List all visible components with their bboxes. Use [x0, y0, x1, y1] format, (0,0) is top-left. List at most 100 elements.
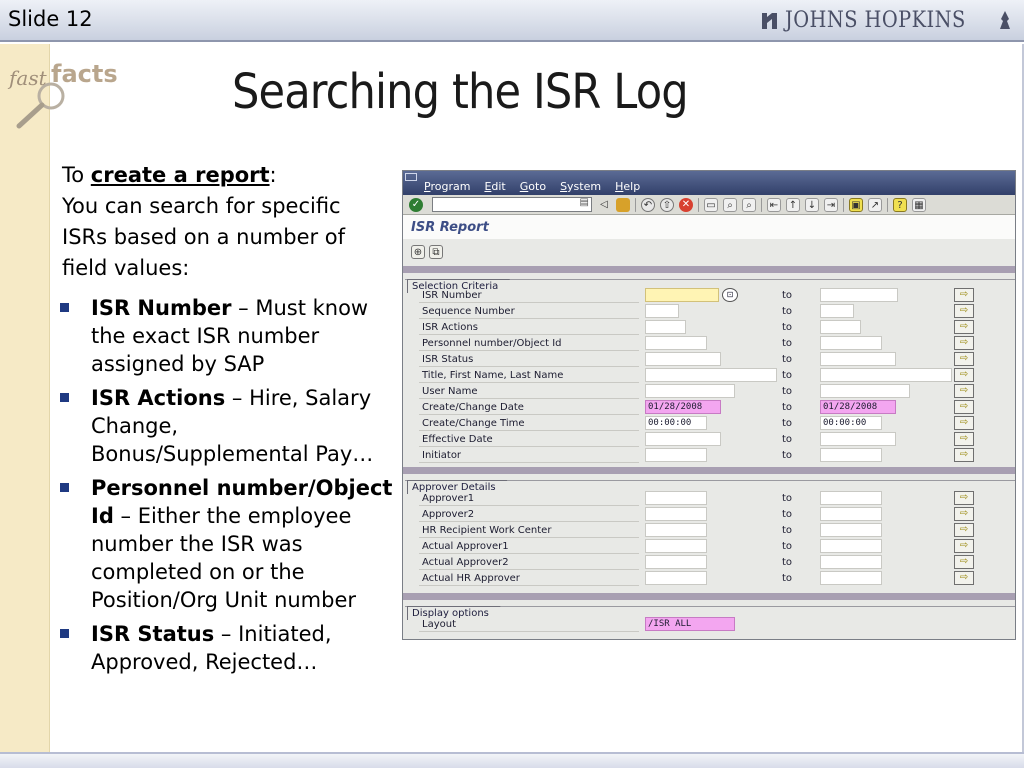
actual-hr-approver-to[interactable]	[820, 571, 882, 585]
arrow-right-icon[interactable]: ⇨	[954, 352, 974, 366]
flame-icon	[1000, 11, 1010, 29]
save-icon[interactable]	[616, 197, 630, 212]
sequence-number-from[interactable]	[645, 304, 679, 318]
field-label: Initiator	[422, 450, 462, 461]
match-code-icon[interactable]: ⊡	[722, 288, 738, 302]
create-time-from[interactable]: 00:00:00	[645, 416, 707, 430]
approver1-to[interactable]	[820, 491, 882, 505]
initiator-from[interactable]	[645, 448, 707, 462]
johns-hopkins-logo: JOHNS HOPKINS	[761, 5, 1014, 35]
print-icon[interactable]: ▭	[704, 197, 718, 212]
arrow-right-icon[interactable]: ⇨	[954, 539, 974, 553]
hr-recipient-from[interactable]	[645, 523, 707, 537]
actual-approver2-from[interactable]	[645, 555, 707, 569]
find-next-icon[interactable]: ⌕	[742, 197, 756, 212]
effective-date-to[interactable]	[820, 432, 896, 446]
sequence-number-to[interactable]	[820, 304, 854, 318]
magnifier-icon	[16, 82, 65, 129]
find-icon[interactable]: ⌕	[723, 197, 737, 212]
isr-actions-to[interactable]	[820, 320, 861, 334]
section-band	[403, 593, 1015, 600]
menu-help[interactable]: Help	[615, 180, 640, 193]
slide-footer-bar	[0, 752, 1024, 768]
cancel-icon[interactable]: ✕	[679, 197, 693, 212]
isr-actions-from[interactable]	[645, 320, 686, 334]
approver2-from[interactable]	[645, 507, 707, 521]
field-label: Create/Change Time	[422, 418, 525, 429]
field-label: Approver1	[422, 493, 475, 504]
layout-field[interactable]: /ISR ALL	[645, 617, 735, 631]
arrow-right-icon[interactable]: ⇨	[954, 491, 974, 505]
row-user-name: User Name to ⇨	[405, 384, 1015, 399]
field-label: Layout	[422, 619, 456, 630]
create-time-to[interactable]: 00:00:00	[820, 416, 882, 430]
shortcut-icon[interactable]: ↗	[868, 197, 882, 212]
title-name-from[interactable]	[645, 368, 777, 382]
arrow-right-icon[interactable]: ⇨	[954, 448, 974, 462]
isr-status-to[interactable]	[820, 352, 896, 366]
create-date-to[interactable]: 01/28/2008	[820, 400, 896, 414]
arrow-right-icon[interactable]: ⇨	[954, 416, 974, 430]
hr-recipient-to[interactable]	[820, 523, 882, 537]
command-field[interactable]	[432, 197, 592, 212]
window-icon[interactable]	[405, 173, 417, 181]
app-title: ISR Report	[411, 220, 489, 235]
actual-approver1-from[interactable]	[645, 539, 707, 553]
intro-body: You can search for specific ISRs based o…	[62, 194, 346, 280]
layout-menu-icon[interactable]: ▦	[912, 197, 926, 212]
create-date-from[interactable]: 01/28/2008	[645, 400, 721, 414]
arrow-right-icon[interactable]: ⇨	[954, 555, 974, 569]
create-report-link: create a report	[90, 163, 270, 187]
arrow-right-icon[interactable]: ⇨	[954, 304, 974, 318]
approver1-from[interactable]	[645, 491, 707, 505]
menu-edit[interactable]: Edit	[484, 180, 505, 193]
isr-status-from[interactable]	[645, 352, 721, 366]
checkmark-icon[interactable]: ✓	[409, 197, 423, 212]
isr-number-to[interactable]	[820, 288, 898, 302]
initiator-to[interactable]	[820, 448, 882, 462]
variant-icon[interactable]: ⧉	[429, 245, 443, 259]
arrow-right-icon[interactable]: ⇨	[954, 507, 974, 521]
actual-hr-approver-from[interactable]	[645, 571, 707, 585]
execute-icon[interactable]: ⊕	[411, 245, 425, 259]
menu-goto[interactable]: Goto	[520, 180, 546, 193]
next-page-icon[interactable]: ↓	[805, 197, 819, 212]
approver-details-group: Approver Details Approver1 to ⇨ Approver…	[405, 480, 1015, 588]
arrow-right-icon[interactable]: ⇨	[954, 336, 974, 350]
last-page-icon[interactable]: ⇥	[824, 197, 838, 212]
arrow-right-icon[interactable]: ⇨	[954, 400, 974, 414]
bullet-square-icon	[60, 393, 69, 402]
arrow-right-icon[interactable]: ⇨	[954, 288, 974, 302]
new-session-icon[interactable]: ▣	[849, 197, 863, 212]
prev-page-icon[interactable]: ↑	[786, 197, 800, 212]
arrow-right-icon[interactable]: ⇨	[954, 368, 974, 382]
exit-icon[interactable]: ⇧	[660, 197, 674, 212]
actual-approver1-to[interactable]	[820, 539, 882, 553]
menu-program[interactable]: Program	[424, 180, 470, 193]
display-options-group: Display options Layout /ISR ALL	[405, 606, 1015, 638]
to-label: to	[782, 386, 793, 397]
isr-number-from[interactable]	[645, 288, 719, 302]
back-icon[interactable]: ↶	[641, 197, 655, 212]
actual-approver2-to[interactable]	[820, 555, 882, 569]
user-name-to[interactable]	[820, 384, 910, 398]
arrow-right-icon[interactable]: ⇨	[954, 523, 974, 537]
personnel-number-from[interactable]	[645, 336, 707, 350]
left-arrow-icon[interactable]: ◁	[597, 198, 611, 212]
menu-system[interactable]: System	[560, 180, 601, 193]
arrow-right-icon[interactable]: ⇨	[954, 384, 974, 398]
field-label: Actual Approver1	[422, 541, 509, 552]
first-page-icon[interactable]: ⇤	[767, 197, 781, 212]
arrow-right-icon[interactable]: ⇨	[954, 320, 974, 334]
separator	[843, 197, 844, 212]
approver2-to[interactable]	[820, 507, 882, 521]
title-name-to[interactable]	[820, 368, 952, 382]
field-label: Personnel number/Object Id	[422, 338, 562, 349]
effective-date-from[interactable]	[645, 432, 721, 446]
user-name-from[interactable]	[645, 384, 735, 398]
row-actual-hr-approver: Actual HR Approver to ⇨	[405, 571, 1015, 586]
personnel-number-to[interactable]	[820, 336, 882, 350]
help-icon[interactable]: ?	[893, 197, 907, 212]
arrow-right-icon[interactable]: ⇨	[954, 571, 974, 585]
arrow-right-icon[interactable]: ⇨	[954, 432, 974, 446]
